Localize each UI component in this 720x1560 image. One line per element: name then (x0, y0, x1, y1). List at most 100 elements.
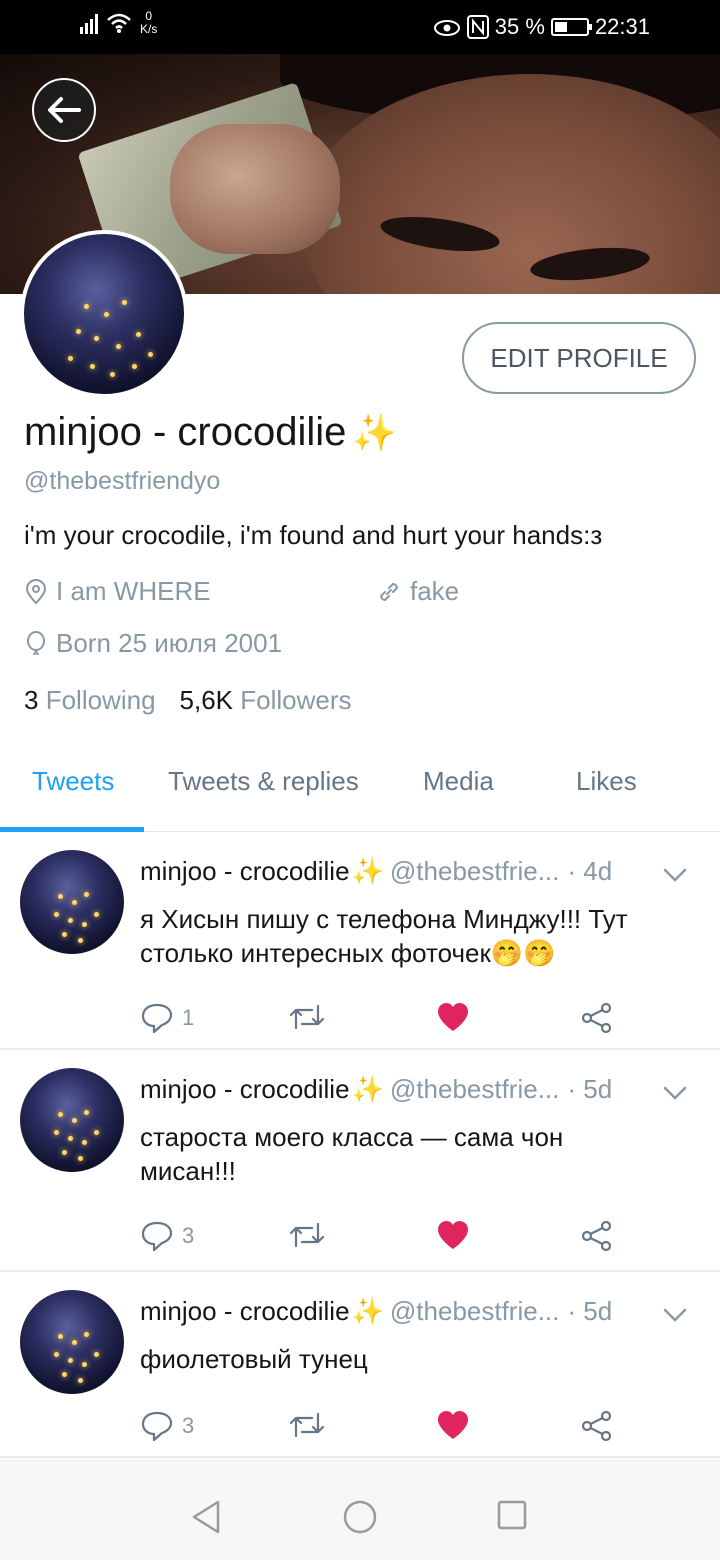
tweet-text-line: мисан!!! (140, 1156, 236, 1186)
chevron-down-icon[interactable] (660, 1300, 690, 1330)
tweet-avatar[interactable] (20, 1290, 124, 1394)
share-button[interactable] (580, 1220, 614, 1252)
clock: 22:31 (594, 14, 650, 39)
tab-media[interactable]: Media (423, 766, 494, 797)
nav-back-icon[interactable] (190, 1499, 222, 1535)
retweet-button[interactable] (288, 1410, 326, 1440)
reply-button[interactable]: 3 (140, 1410, 194, 1442)
tweet-avatar[interactable] (20, 1068, 124, 1172)
profile-avatar[interactable] (20, 230, 188, 398)
reply-count: 1 (182, 1005, 195, 1030)
reply-count: 3 (182, 1413, 195, 1438)
birthday-text: Born 25 июля 2001 (56, 628, 283, 658)
net-speed-unit: K/s (140, 22, 158, 36)
tweet-timestamp: · 5d (567, 1074, 613, 1104)
reply-icon (141, 1221, 173, 1252)
reply-button[interactable]: 3 (140, 1220, 194, 1252)
edit-profile-button[interactable]: EDIT PROFILE (462, 322, 696, 394)
share-icon (581, 1410, 612, 1442)
wifi-icon (107, 13, 131, 33)
retweet-button[interactable] (288, 1220, 326, 1250)
tweet-timestamp: · 5d (567, 1296, 613, 1326)
tweet-item[interactable]: minjoo - crocodilie ✨ @thebestfrie... · 5d с… (0, 1050, 720, 1272)
chevron-down-icon[interactable] (660, 1078, 690, 1108)
tab-tweets[interactable]: Tweets (32, 766, 114, 797)
tweet-item[interactable]: minjoo - crocodilie ✨ @thebestfrie... · 4d я… (0, 832, 720, 1050)
tweet-header: minjoo - crocodilie ✨ @thebestfrie... · 4d (140, 856, 612, 887)
following-label: Following (45, 685, 156, 715)
profile-name: minjoo - crocodilie ✨ (24, 410, 397, 455)
tweet-author-name: minjoo - crocodilie (140, 1296, 350, 1326)
balloon-icon (27, 630, 45, 655)
reply-button[interactable]: 1 (140, 1002, 194, 1034)
followers-label: Followers (240, 685, 352, 715)
tweet-text-line: староста моего класса — сама чон (140, 1122, 564, 1152)
like-button[interactable] (436, 1002, 470, 1032)
retweet-icon (289, 1222, 325, 1248)
link-icon (379, 582, 399, 601)
sparkles-emoji: ✨ (351, 1296, 384, 1326)
like-button[interactable] (436, 1410, 470, 1440)
tweet-author-handle: @thebestfrie... (389, 1296, 560, 1326)
back-button[interactable] (32, 78, 96, 142)
tweet-text: староста моего класса — сама чон мисан!!! (140, 1120, 680, 1188)
follow-stats: 3 Following 5,6K Followers (24, 685, 352, 716)
status-right: 35 % 22:31 (433, 14, 650, 40)
profile-bio: i'm your crocodile, i'm found and hurt y… (24, 520, 603, 550)
profile-birthday: Born 25 июля 2001 (24, 628, 282, 659)
tab-likes[interactable]: Likes (576, 766, 637, 797)
tweet-author-name: minjoo - crocodilie (140, 856, 350, 886)
reply-count: 3 (182, 1223, 195, 1248)
share-icon (581, 1220, 612, 1252)
reply-icon (141, 1411, 173, 1442)
tweet-header: minjoo - crocodilie ✨ @thebestfrie... · 5d (140, 1296, 612, 1327)
chevron-down-icon[interactable] (660, 860, 690, 890)
website-text[interactable]: fake (410, 576, 459, 607)
tweet-timestamp: · 4d (567, 856, 613, 886)
profile-location: I am WHERE (24, 576, 211, 607)
signal-icon (80, 12, 98, 34)
nfc-icon (466, 15, 489, 39)
tweet-text-line: я Хисын пишу с телефона Минджу!!! Тут (140, 904, 628, 934)
following-count: 3 (24, 685, 39, 715)
followers-count: 5,6K (179, 685, 234, 715)
tweet-avatar[interactable] (20, 850, 124, 954)
tweet-author-handle: @thebestfrie... (389, 856, 560, 886)
location-text: I am WHERE (56, 576, 211, 606)
battery-icon (550, 18, 592, 36)
tweet-author-handle: @thebestfrie... (389, 1074, 560, 1104)
heart-icon (438, 1411, 468, 1439)
tweet-actions: 3 (140, 1410, 640, 1450)
arrow-left-icon (48, 97, 81, 123)
share-icon (581, 1002, 612, 1034)
like-button[interactable] (436, 1220, 470, 1250)
sparkles-emoji: ✨ (351, 1074, 384, 1104)
battery-percent: 35 % (494, 14, 545, 39)
retweet-icon (289, 1412, 325, 1438)
followers-link[interactable]: 5,6K Followers (180, 685, 352, 716)
tab-tweets-replies[interactable]: Tweets & replies (168, 766, 359, 797)
following-link[interactable]: 3 Following (24, 685, 156, 716)
share-button[interactable] (580, 1002, 614, 1034)
tweet-text-line: фиолетовый тунец (140, 1344, 368, 1374)
sparkles-emoji: ✨ (351, 856, 384, 886)
share-button[interactable] (580, 1410, 614, 1442)
net-speed: 0 K/s (140, 10, 157, 36)
tweet-text-line: столько интересных фоточек🤭🤭 (140, 938, 556, 968)
sparkles-emoji: ✨ (352, 411, 398, 453)
nav-recents-icon[interactable] (496, 1499, 528, 1531)
tweet-item[interactable]: minjoo - crocodilie ✨ @thebestfrie... · 5d ф… (0, 1272, 720, 1458)
tweet-text: фиолетовый тунец (140, 1342, 680, 1376)
tweet-actions: 3 (140, 1220, 640, 1260)
profile-website[interactable]: fake (376, 576, 459, 607)
nav-home-icon[interactable] (342, 1499, 378, 1535)
retweet-button[interactable] (288, 1002, 326, 1032)
status-left: 0 K/s (80, 10, 157, 36)
reply-icon (141, 1003, 173, 1034)
tweet-actions: 1 (140, 1002, 640, 1042)
system-nav-bar (0, 1460, 720, 1560)
profile-handle: @thebestfriendyo (24, 467, 221, 495)
tweet-text: я Хисын пишу с телефона Минджу!!! Тут сто… (140, 902, 680, 970)
location-pin-icon (25, 578, 47, 604)
profile-name-text: minjoo - crocodilie (24, 410, 347, 454)
